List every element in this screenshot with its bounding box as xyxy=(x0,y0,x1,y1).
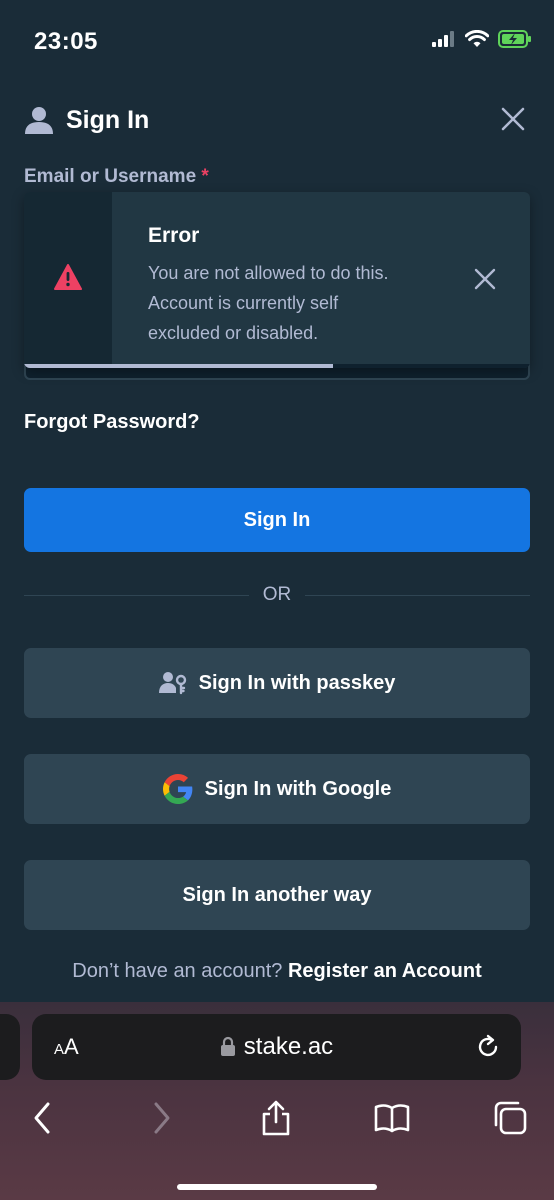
url-text: stake.ac xyxy=(243,1033,334,1060)
sign-in-button-label: Sign In xyxy=(243,508,311,531)
passkey-button-label: Sign In with passkey xyxy=(198,671,396,694)
status-time: 23:05 xyxy=(34,28,98,55)
sign-in-button[interactable]: Sign In xyxy=(24,488,530,552)
divider-line-right xyxy=(305,594,530,596)
passkey-sign-in-button[interactable]: Sign In with passkey xyxy=(24,648,530,718)
browser-toolbar xyxy=(0,1100,554,1140)
another-way-sign-in-button[interactable]: Sign In another way xyxy=(24,860,530,930)
reload-icon[interactable] xyxy=(475,1034,501,1060)
lock-icon xyxy=(220,1036,235,1056)
tabs-icon[interactable] xyxy=(492,1100,528,1136)
google-icon xyxy=(162,774,193,804)
forward-arrow-icon[interactable] xyxy=(144,1100,180,1136)
passkey-icon xyxy=(158,671,187,695)
toast-message: You are not allowed to do this. Account … xyxy=(148,263,389,343)
toast-progress-fill xyxy=(24,364,333,368)
toast-title: Error xyxy=(148,224,200,247)
status-icons xyxy=(432,30,532,48)
divider-label: OR xyxy=(262,584,292,605)
toast-progress-track xyxy=(24,364,530,368)
email-field-label: Email or Username * xyxy=(24,166,209,188)
modal-header: Sign In xyxy=(24,100,530,140)
required-mark: * xyxy=(201,166,209,187)
another-way-button-label: Sign In another way xyxy=(182,883,372,906)
battery-charging-icon xyxy=(498,30,531,48)
register-question: Don’t have an account? xyxy=(72,960,283,982)
forgot-password-link[interactable]: Forgot Password? xyxy=(24,411,200,434)
browser-bottom-bar: AA stake.ac xyxy=(0,1002,554,1200)
toast-icon-panel xyxy=(24,192,112,368)
status-bar: 23:05 xyxy=(0,0,554,80)
home-indicator xyxy=(177,1184,377,1190)
share-icon[interactable] xyxy=(258,1100,294,1136)
bookmarks-icon[interactable] xyxy=(374,1100,410,1136)
warning-icon xyxy=(54,264,82,290)
close-icon[interactable] xyxy=(500,106,526,132)
register-account-link[interactable]: Register an Account xyxy=(288,960,482,982)
url-display[interactable]: stake.ac xyxy=(32,1033,521,1061)
toast-close-icon[interactable] xyxy=(474,268,496,290)
modal-title: Sign In xyxy=(66,105,150,134)
previous-tab-peek[interactable] xyxy=(0,1014,20,1080)
register-prompt: Don’t have an account? Register an Accou… xyxy=(0,960,554,983)
back-arrow-icon[interactable] xyxy=(24,1100,60,1136)
cellular-signal-icon xyxy=(432,31,454,47)
google-sign-in-button[interactable]: Sign In with Google xyxy=(24,754,530,824)
error-toast: Error You are not allowed to do this. Ac… xyxy=(24,192,530,368)
address-bar[interactable]: AA stake.ac xyxy=(32,1014,521,1080)
user-icon xyxy=(25,107,53,134)
google-button-label: Sign In with Google xyxy=(204,777,392,800)
email-label-text: Email or Username xyxy=(24,166,197,187)
or-divider: OR xyxy=(24,582,530,608)
wifi-icon xyxy=(465,30,489,47)
divider-line-left xyxy=(24,594,249,596)
